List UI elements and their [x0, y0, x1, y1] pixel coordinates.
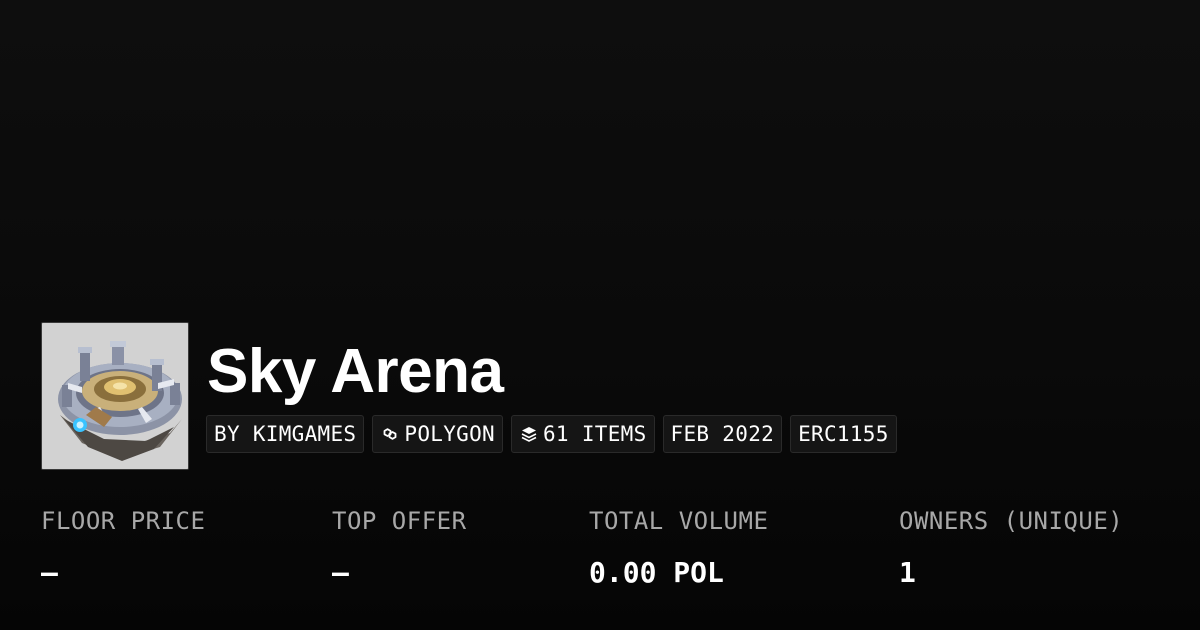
- items-badge[interactable]: 61 ITEMS: [510, 415, 655, 453]
- date-badge: FEB 2022: [662, 415, 783, 453]
- collection-badges: BY KIMGAMES POLYGON 61 ITEMS FEB 2022 ER…: [206, 415, 897, 453]
- stat-value: 1: [899, 556, 916, 589]
- token-standard-badge: ERC1155: [790, 415, 897, 453]
- stat-floor-price: FLOOR PRICE —: [41, 506, 205, 590]
- stat-label: FLOOR PRICE: [41, 507, 206, 535]
- stat-label: TOP OFFER: [332, 507, 467, 535]
- collection-title: Sky Arena: [207, 337, 504, 406]
- items-label: 61 ITEMS: [542, 422, 647, 446]
- chain-label: POLYGON: [404, 422, 495, 446]
- creator-label: BY KIMGAMES: [214, 422, 357, 446]
- stat-value: —: [41, 556, 58, 589]
- stat-top-offer: TOP OFFER —: [332, 506, 467, 590]
- stat-total-volume: TOTAL VOLUME 0.00 POL: [589, 506, 768, 590]
- stat-owners: OWNERS (UNIQUE) 1: [899, 506, 1123, 590]
- chain-badge[interactable]: POLYGON: [372, 415, 503, 453]
- layers-icon: [519, 424, 539, 444]
- date-label: FEB 2022: [670, 422, 775, 446]
- collection-thumbnail: [41, 322, 189, 470]
- polygon-chain-icon: [380, 424, 400, 444]
- stat-label: OWNERS (UNIQUE): [899, 507, 1124, 535]
- token-standard-label: ERC1155: [798, 422, 889, 446]
- creator-badge[interactable]: BY KIMGAMES: [206, 415, 365, 453]
- stat-value: —: [332, 556, 349, 589]
- stat-value: 0.00 POL: [589, 556, 724, 589]
- sky-arena-artwork: [42, 323, 188, 469]
- stat-label: TOTAL VOLUME: [589, 507, 769, 535]
